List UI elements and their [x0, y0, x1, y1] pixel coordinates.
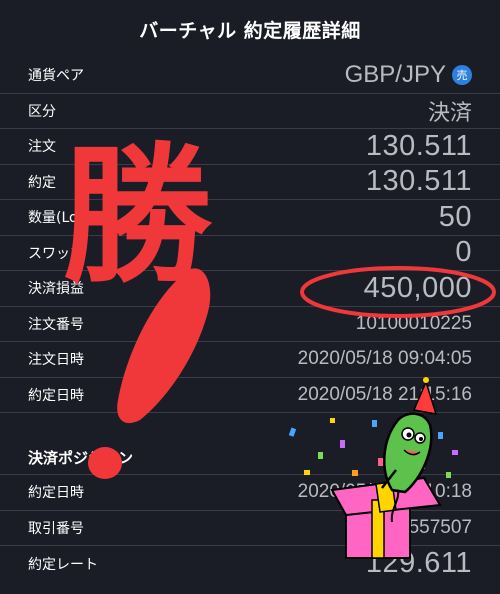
row-value: 10100010225: [355, 312, 472, 334]
row-label: 決済損益: [28, 281, 84, 298]
row-value: 130.511: [365, 165, 472, 198]
detail-row-order: 注文 130.511: [0, 129, 500, 165]
row-label: 数量(Lot): [28, 210, 89, 227]
row-label: 区分: [28, 103, 56, 120]
row-label: 約定: [28, 174, 56, 191]
row-value: 0: [455, 236, 472, 269]
settlement-pnl-value: 450,000: [363, 271, 472, 304]
row-label: 注文日時: [28, 352, 84, 369]
section-title-text: 決済ポジション: [28, 449, 134, 467]
detail-row-swap: スワップ 0: [0, 236, 500, 271]
detail-row-order-datetime: 注文日時 2020/05/18 09:04:05: [0, 342, 500, 378]
row-label: 注文番号: [28, 316, 84, 333]
row-value: 130.511: [365, 129, 472, 162]
detail-row-execution: 約定 130.511: [0, 165, 500, 200]
row-label: 注文: [28, 139, 56, 156]
app-screen: バーチャル 約定履歴詳細 通貨ペア GBP/JPY 売 区分 決済 注文 130…: [0, 0, 500, 582]
position-row-execution-rate: 約定レート 129.611: [0, 546, 500, 582]
row-value: 決済: [427, 99, 472, 125]
row-value: 101000557507: [345, 516, 472, 538]
detail-row-currency-pair: 通貨ペア GBP/JPY 売: [0, 58, 500, 94]
row-value: 2020/05/18 21:15:16: [297, 383, 472, 405]
row-value: 2020/05/18 09:04:05: [297, 348, 472, 370]
row-label: 約定レート: [28, 556, 98, 573]
row-label: 約定日時: [28, 387, 84, 404]
detail-row-type: 区分 決済: [0, 94, 500, 129]
row-value: 50: [438, 200, 472, 233]
row-label: 通貨ペア: [28, 68, 84, 85]
position-row-execution-datetime: 約定日時 2020/05/18 00:10:18: [0, 475, 500, 511]
row-label: 取引番号: [28, 520, 84, 537]
detail-row-quantity: 数量(Lot) 50: [0, 200, 500, 236]
detail-row-order-number: 注文番号 10100010225: [0, 307, 500, 342]
sell-badge: 売: [452, 65, 472, 86]
row-label: スワップ: [28, 245, 84, 262]
row-value: GBP/JPY 売: [345, 61, 472, 89]
section-title-settled-position: 決済ポジション: [0, 413, 500, 475]
position-row-trade-number: 取引番号 101000557507: [0, 511, 500, 546]
page-title: バーチャル 約定履歴詳細: [0, 0, 500, 58]
row-value: 2020/05/18 00:10:18: [297, 481, 472, 503]
currency-pair-value: GBP/JPY: [344, 61, 446, 89]
detail-row-settlement-pnl: 決済損益 450,000: [0, 271, 500, 307]
page-title-text: バーチャル 約定履歴詳細: [139, 19, 361, 42]
detail-row-execution-datetime: 約定日時 2020/05/18 21:15:16: [0, 378, 500, 413]
row-label: 約定日時: [28, 485, 84, 502]
row-value: 129.611: [365, 547, 472, 580]
